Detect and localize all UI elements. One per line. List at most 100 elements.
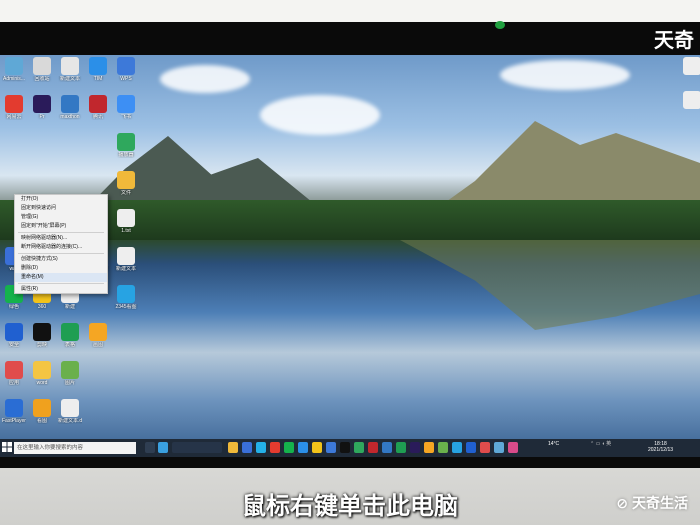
taskbar-search-input[interactable]: 在这里输入你要搜索的内容 — [14, 442, 136, 454]
desktop-shortcut-icon[interactable]: 表格 — [58, 323, 82, 357]
desktop-shortcut-icon[interactable]: WPS — [114, 57, 138, 91]
shortcut-label: 腾讯 — [92, 114, 103, 120]
tray-icons[interactable]: ⌃ ▭ ◖ 英 — [590, 441, 611, 447]
desktop-shortcut-icon[interactable]: 图片 — [58, 361, 82, 395]
shortcut-glyph-icon — [117, 285, 135, 303]
desktop[interactable]: Adminis... 回收站 新建文本 TIM WPS 网易云 Pr maxthon 腾讯 飞书播… — [0, 55, 700, 457]
windows-start-icon[interactable] — [2, 442, 12, 452]
desktop-shortcut-icon[interactable]: 剪映 — [30, 323, 54, 357]
app-icon[interactable] — [354, 442, 364, 453]
shortcut-glyph-icon — [5, 95, 23, 113]
shortcut-glyph-icon — [5, 57, 23, 75]
app-icon[interactable] — [452, 442, 462, 453]
shortcut-glyph-icon — [117, 209, 135, 227]
menu-item-rename[interactable]: 重命名(M) — [15, 273, 107, 282]
shortcut-label: Pr — [39, 114, 45, 120]
edge-browser-icon[interactable] — [158, 442, 168, 453]
desktop-shortcut-icon[interactable]: 飞书 — [114, 95, 138, 129]
desktop-shortcut-icon[interactable]: 腾讯 — [86, 95, 110, 129]
app-icon[interactable] — [494, 442, 504, 453]
menu-item-pin-start[interactable]: 固定到"开始"屏幕(P) — [15, 222, 107, 231]
menu-item-delete[interactable]: 删除(D) — [15, 264, 107, 273]
desktop-shortcut-icon[interactable]: 回收站 — [30, 57, 54, 91]
shortcut-label: maxthon — [60, 114, 80, 120]
menu-item-pin-quick-access[interactable]: 固定到快速访问 — [15, 204, 107, 213]
app-icon[interactable] — [312, 442, 322, 453]
desktop-file-icon[interactable] — [680, 57, 700, 91]
desktop-shortcut-icon[interactable]: 新建文本 — [58, 57, 82, 91]
desktop-shortcut-icon[interactable]: Adminis... — [2, 57, 26, 91]
menu-item-properties[interactable]: 属性(R) — [15, 285, 107, 294]
menu-separator — [18, 283, 104, 284]
app-icon[interactable] — [242, 442, 252, 453]
desktop-shortcut-icon[interactable]: 网易云 — [2, 95, 26, 129]
app-icon[interactable] — [298, 442, 308, 453]
menu-item-manage[interactable]: 管理(G) — [15, 213, 107, 222]
menu-item-map-drive[interactable]: 映射网络驱动器(N)... — [15, 234, 107, 243]
shortcut-glyph-icon — [5, 361, 23, 379]
desktop-shortcut-icon[interactable]: 新建文本 — [114, 247, 138, 281]
shortcut-label: 绿色 — [8, 304, 19, 310]
shortcut-label: 剪映 — [36, 342, 47, 348]
shortcut-glyph-icon — [117, 57, 135, 75]
shortcut-glyph-icon — [117, 95, 135, 113]
app-icon[interactable] — [326, 442, 336, 453]
shortcut-glyph-icon — [61, 323, 79, 341]
clock-date: 2021/12/13 — [648, 447, 674, 453]
shortcut-glyph-icon — [5, 399, 23, 417]
desktop-shortcut-icon[interactable]: 播放器 — [114, 133, 138, 167]
video-caption: 鼠标右键单击此电脑 — [242, 493, 458, 520]
app-icon[interactable] — [466, 442, 476, 453]
desktop-shortcut-icon[interactable]: 文件 — [114, 171, 138, 205]
app-icon[interactable] — [382, 442, 392, 453]
app-icon[interactable] — [284, 442, 294, 453]
weather-temperature[interactable]: 14°C — [548, 441, 559, 447]
taskbar-search-box-icon[interactable] — [172, 442, 222, 453]
app-icon[interactable] — [256, 442, 266, 453]
shortcut-glyph-icon — [5, 323, 23, 341]
shortcut-label: TIM — [93, 76, 103, 82]
desktop-shortcut-icon[interactable]: 新建文本.docx — [58, 399, 82, 433]
shortcut-label: 表格 — [64, 342, 75, 348]
desktop-shortcut-icon[interactable]: 安全 — [2, 323, 26, 357]
shortcut-label: 回收站 — [34, 76, 50, 82]
menu-item-disconnect-drive[interactable]: 断开网络驱动器的连接(C)... — [15, 243, 107, 252]
desktop-shortcut-icon[interactable]: 1.txt — [114, 209, 138, 243]
shortcut-glyph-icon — [61, 361, 79, 379]
cloud — [500, 60, 630, 90]
desktop-shortcut-icon[interactable]: maxthon — [58, 95, 82, 129]
app-icon[interactable] — [508, 442, 518, 453]
desktop-shortcut-icon[interactable]: TIM — [86, 57, 110, 91]
app-icon[interactable] — [368, 442, 378, 453]
desktop-shortcut-icon[interactable]: FastPlayer 64bit — [2, 399, 26, 433]
desktop-shortcut-icon[interactable]: 看图 — [30, 399, 54, 433]
menu-item-create-shortcut[interactable]: 创建快捷方式(S) — [15, 255, 107, 264]
app-icon[interactable] — [480, 442, 490, 453]
cloud — [160, 65, 250, 93]
desktop-shortcut-icon[interactable]: 2345看图 — [114, 285, 138, 319]
app-icon[interactable] — [340, 442, 350, 453]
desktop-shortcut-icon[interactable]: 应用 — [2, 361, 26, 395]
shortcut-glyph-icon — [61, 399, 79, 417]
webcam-light-icon — [495, 21, 505, 29]
menu-item-open[interactable]: 打开(O) — [15, 195, 107, 204]
app-icon[interactable] — [270, 442, 280, 453]
app-icon[interactable] — [396, 442, 406, 453]
desktop-shortcut-icon[interactable]: Pr — [30, 95, 54, 129]
shortcut-label: 看图 — [36, 418, 47, 424]
shortcut-glyph-icon — [33, 361, 51, 379]
file-explorer-icon[interactable] — [228, 442, 238, 453]
desktop-file-icon[interactable] — [680, 91, 700, 125]
app-icon[interactable] — [438, 442, 448, 453]
shortcut-glyph-icon — [117, 133, 135, 151]
app-icon[interactable] — [410, 442, 420, 453]
cloud — [260, 95, 380, 135]
desktop-shortcut-icon[interactable]: 画图 — [86, 323, 110, 357]
desktop-shortcut-icon[interactable]: word — [30, 361, 54, 395]
task-view-icon[interactable] — [145, 442, 155, 453]
shortcut-glyph-icon — [33, 323, 51, 341]
shortcut-label: 网易云 — [6, 114, 22, 120]
app-icon[interactable] — [424, 442, 434, 453]
clock[interactable]: 18:18 2021/12/13 — [648, 441, 673, 453]
shortcut-glyph-icon — [89, 95, 107, 113]
